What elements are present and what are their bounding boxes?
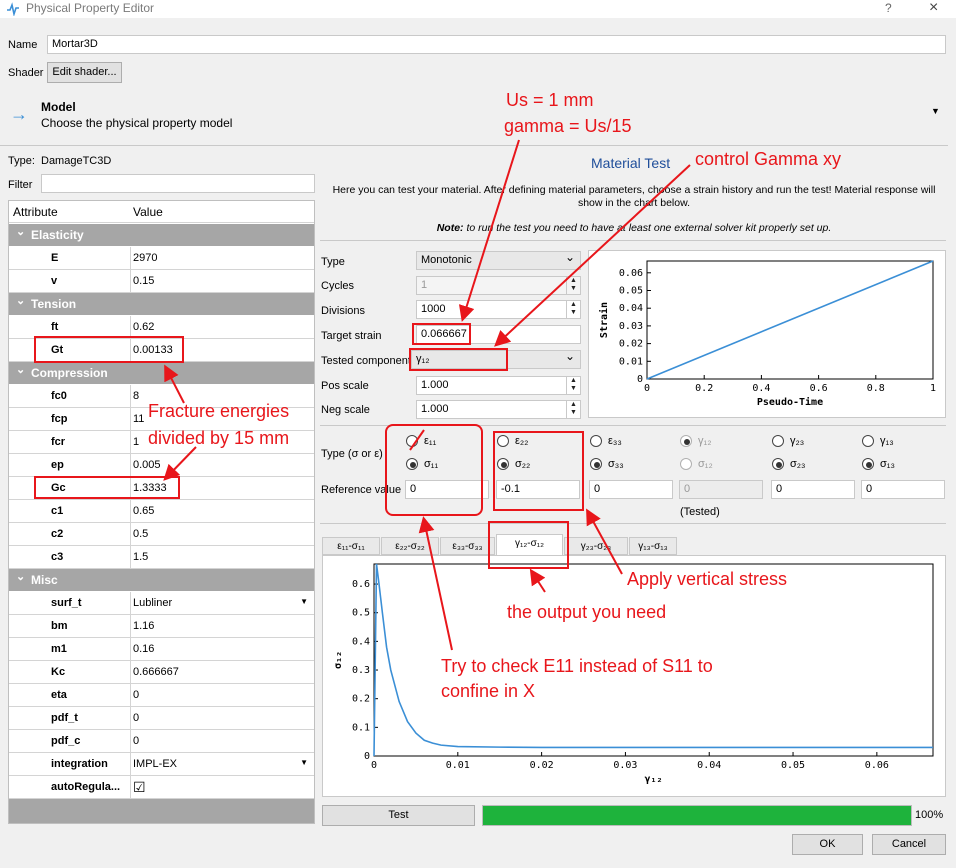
annotation-try-2: confine in X [441, 681, 536, 701]
annotation-gamma: gamma = Us/15 [504, 116, 632, 136]
annotation-apply: Apply vertical stress [627, 569, 788, 589]
annotation-fracture-1: Fracture energies [148, 401, 290, 421]
annotation-control: control Gamma xy [695, 149, 842, 169]
annotation-arrows [163, 139, 691, 651]
annotation-us: Us = 1 mm [506, 90, 594, 110]
annotation-fracture-2: divided by 15 mm [148, 428, 290, 448]
annotation-output: the output you need [507, 602, 667, 622]
annotation-try-1: Try to check E11 instead of S11 to [441, 656, 713, 676]
